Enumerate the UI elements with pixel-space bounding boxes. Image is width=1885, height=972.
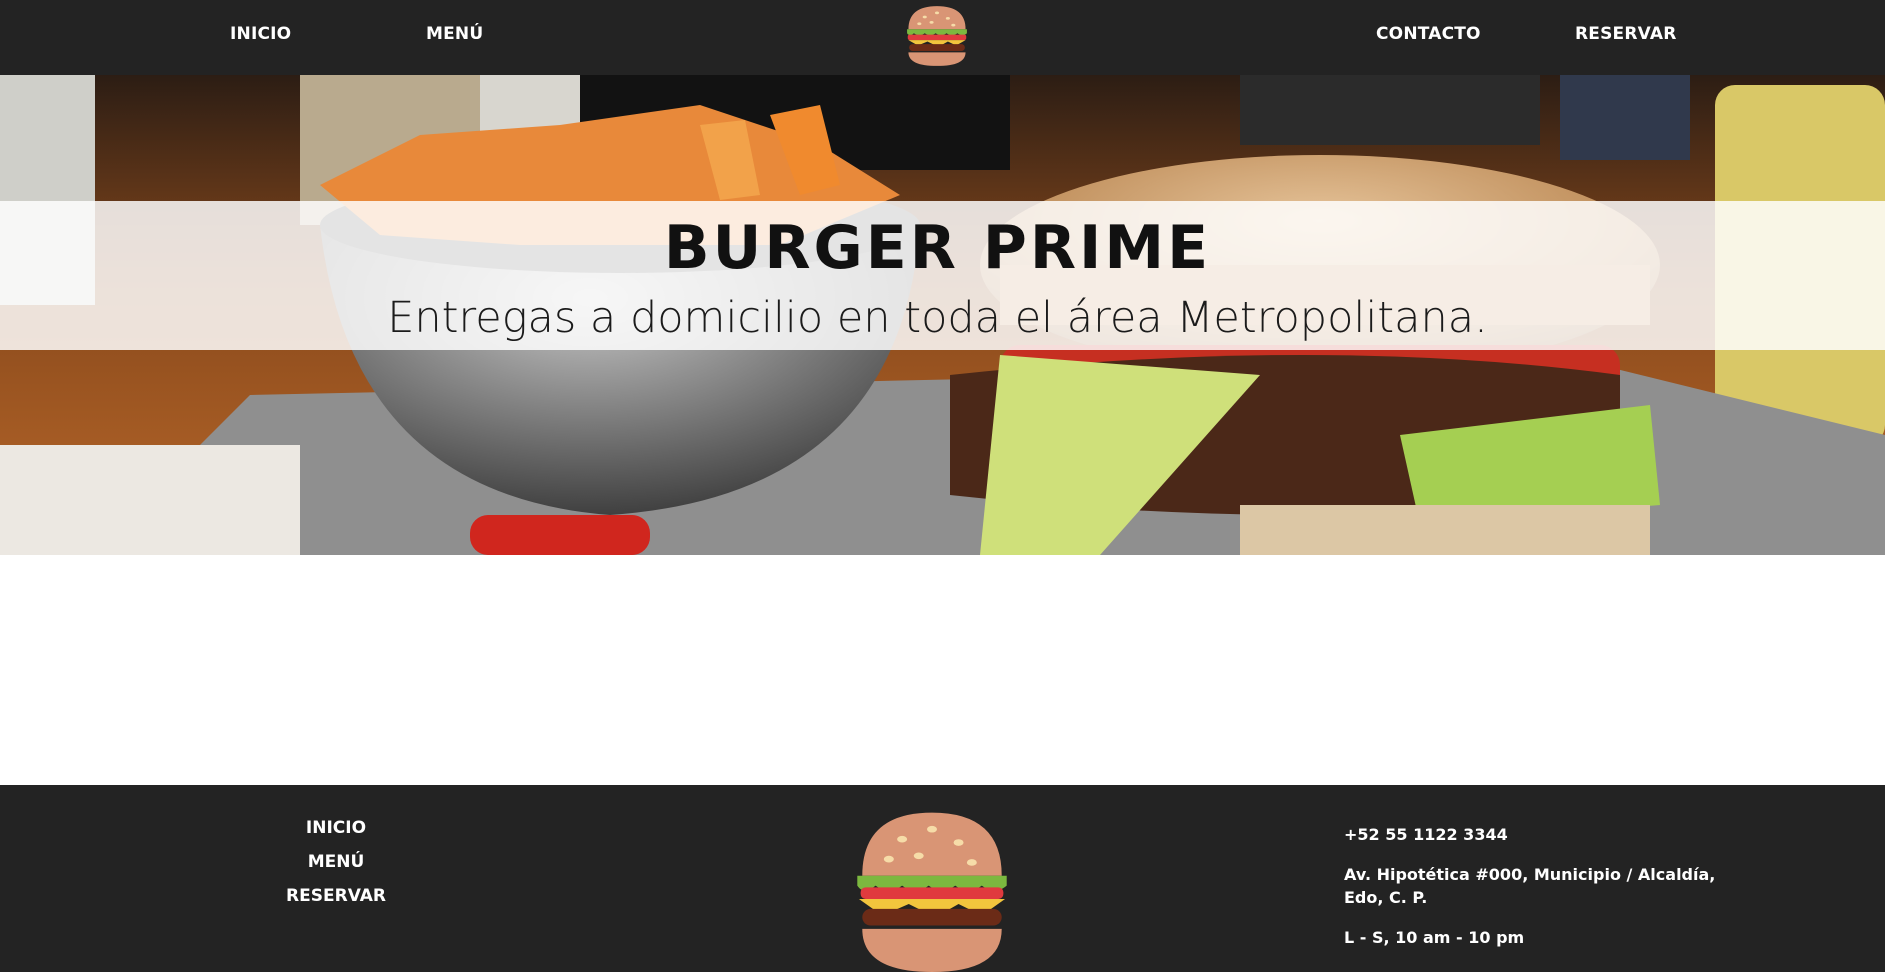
nav-link-inicio[interactable]: INICIO	[230, 24, 291, 44]
footer-address: Av. Hipotética #000, Municipio / Alcaldí…	[1344, 865, 1716, 907]
footer-link-menu[interactable]: MENÚ	[236, 845, 436, 879]
footer-contact-info: +52 55 1122 3344 Av. Hipotética #000, Mu…	[1344, 823, 1724, 966]
footer-link-reservar[interactable]: RESERVAR	[236, 879, 436, 913]
nav-link-contacto[interactable]: CONTACTO	[1376, 24, 1481, 44]
nav-link-reservar[interactable]: RESERVAR	[1575, 24, 1677, 44]
hero-subtitle: Entregas a domicilio en toda el área Met…	[387, 293, 1488, 343]
burger-icon[interactable]	[902, 2, 972, 70]
site-header: INICIO MENÚ CONTACTO RESERVAR	[0, 0, 1885, 75]
footer-hours: L - S, 10 am - 10 pm	[1344, 928, 1525, 947]
site-footer: INICIO MENÚ RESERVAR +52 55 1122 3344 Av…	[0, 785, 1885, 972]
hero-banner: BURGER PRIME Entregas a domicilio en tod…	[0, 75, 1885, 555]
footer-phone: +52 55 1122 3344	[1344, 825, 1508, 844]
hero-title: BURGER PRIME	[663, 213, 1212, 283]
footer-nav: INICIO MENÚ RESERVAR	[236, 811, 436, 913]
burger-icon	[857, 812, 1007, 972]
footer-link-inicio[interactable]: INICIO	[236, 811, 436, 845]
nav-link-menu[interactable]: MENÚ	[426, 24, 483, 44]
